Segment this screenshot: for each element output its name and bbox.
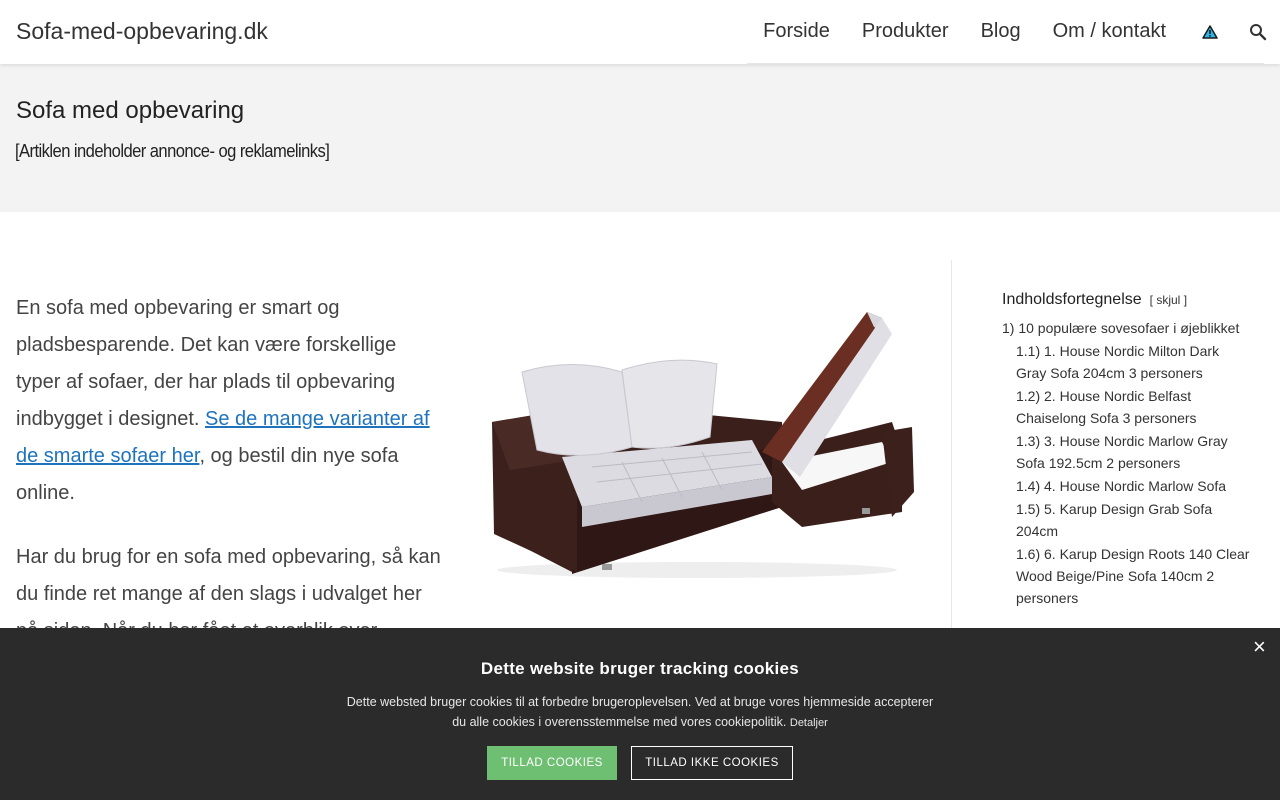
toc-item-text[interactable]: 4. House Nordic Marlow Sofa	[1044, 478, 1226, 494]
search-icon[interactable]	[1246, 20, 1270, 44]
toc-toggle-bracket-close: ]	[1183, 293, 1188, 307]
toc-item-number: 1.2)	[1016, 388, 1041, 404]
toc-item-text[interactable]: 6. Karup Design Roots 140 Clear Wood Bei…	[1016, 546, 1249, 606]
toc-item-text[interactable]: 2. House Nordic Belfast Chaiselong Sofa …	[1016, 388, 1197, 426]
toc-item[interactable]: 1.5) 5. Karup Design Grab Sofa 204cm	[1002, 498, 1252, 542]
sofa-product-image[interactable]	[482, 302, 922, 582]
page-title: Sofa med opbevaring	[16, 97, 245, 124]
toc-item-number: 1.3)	[1016, 433, 1041, 449]
article-intro: En sofa med opbevaring er smart og plads…	[16, 290, 446, 677]
warning-triangle-icon[interactable]	[1198, 20, 1222, 44]
cookie-text-block: Dette websted bruger cookies til at forb…	[340, 692, 940, 733]
cookie-details-link[interactable]: Detaljer	[790, 717, 828, 729]
table-of-contents: Indholdsfortegnelse [ skjul ] 1) 10 popu…	[1002, 291, 1252, 610]
toc-item-text[interactable]: 3. House Nordic Marlow Gray Sofa 192.5cm…	[1016, 433, 1228, 471]
toc-item-number: 1.6)	[1016, 546, 1041, 562]
nav-item-om-kontakt[interactable]: Om / kontakt	[1053, 20, 1166, 43]
toc-toggle-bracket-open: [	[1149, 293, 1153, 307]
ad-disclaimer: [Artiklen indeholder annonce- og reklame…	[15, 141, 330, 161]
toc-item[interactable]: 1.3) 3. House Nordic Marlow Gray Sofa 19…	[1002, 430, 1252, 474]
page-title-band: Sofa med opbevaring [Artiklen indeholder…	[0, 64, 1280, 212]
toc-toggle-label[interactable]: skjul	[1156, 293, 1180, 307]
cookie-title: Dette website bruger tracking cookies	[480, 659, 800, 678]
nav-item-blog[interactable]: Blog	[981, 20, 1021, 43]
toc-item[interactable]: 1) 10 populære sovesofaer i øjeblikket	[1002, 317, 1252, 339]
toc-item[interactable]: 1.2) 2. House Nordic Belfast Chaiselong …	[1002, 385, 1252, 429]
toc-item-number: 1.1)	[1016, 343, 1041, 359]
nav-item-produkter[interactable]: Produkter	[862, 20, 949, 43]
site-header: Sofa-med-opbevaring.dk Forside Produkter…	[0, 0, 1280, 64]
close-icon[interactable]: ×	[1253, 634, 1266, 660]
toc-heading: Indholdsfortegnelse	[1002, 291, 1142, 308]
intro-paragraph-1: En sofa med opbevaring er smart og plads…	[16, 290, 446, 512]
toc-toggle[interactable]: [ skjul ]	[1150, 293, 1187, 307]
toc-header: Indholdsfortegnelse [ skjul ]	[1002, 291, 1252, 309]
deny-cookies-button[interactable]: TILLAD IKKE COOKIES	[631, 746, 793, 780]
toc-item[interactable]: 1.6) 6. Karup Design Roots 140 Clear Woo…	[1002, 543, 1252, 609]
site-title-link[interactable]: Sofa-med-opbevaring.dk	[16, 18, 268, 45]
cookie-description: Dette websted bruger cookies til at forb…	[346, 695, 934, 729]
toc-item[interactable]: 1.4) 4. House Nordic Marlow Sofa	[1002, 475, 1252, 497]
toc-item[interactable]: 1.1) 1. House Nordic Milton Dark Gray So…	[1002, 340, 1252, 384]
toc-item-number: 1)	[1002, 320, 1015, 336]
toc-item-text[interactable]: 1. House Nordic Milton Dark Gray Sofa 20…	[1016, 343, 1219, 381]
toc-item-number: 1.4)	[1016, 478, 1041, 494]
main-nav: Forside Produkter Blog Om / kontakt	[747, 0, 1267, 64]
cookie-banner: × Dette website bruger tracking cookies …	[0, 628, 1280, 800]
allow-cookies-button[interactable]: TILLAD COOKIES	[487, 746, 617, 780]
toc-list: 1) 10 populære sovesofaer i øjeblikket 1…	[1002, 317, 1252, 609]
nav-item-forside[interactable]: Forside	[763, 20, 830, 43]
toc-item-text[interactable]: 5. Karup Design Grab Sofa 204cm	[1016, 501, 1212, 539]
toc-item-text[interactable]: 10 populære sovesofaer i øjeblikket	[1018, 320, 1239, 336]
toc-item-number: 1.5)	[1016, 501, 1041, 517]
